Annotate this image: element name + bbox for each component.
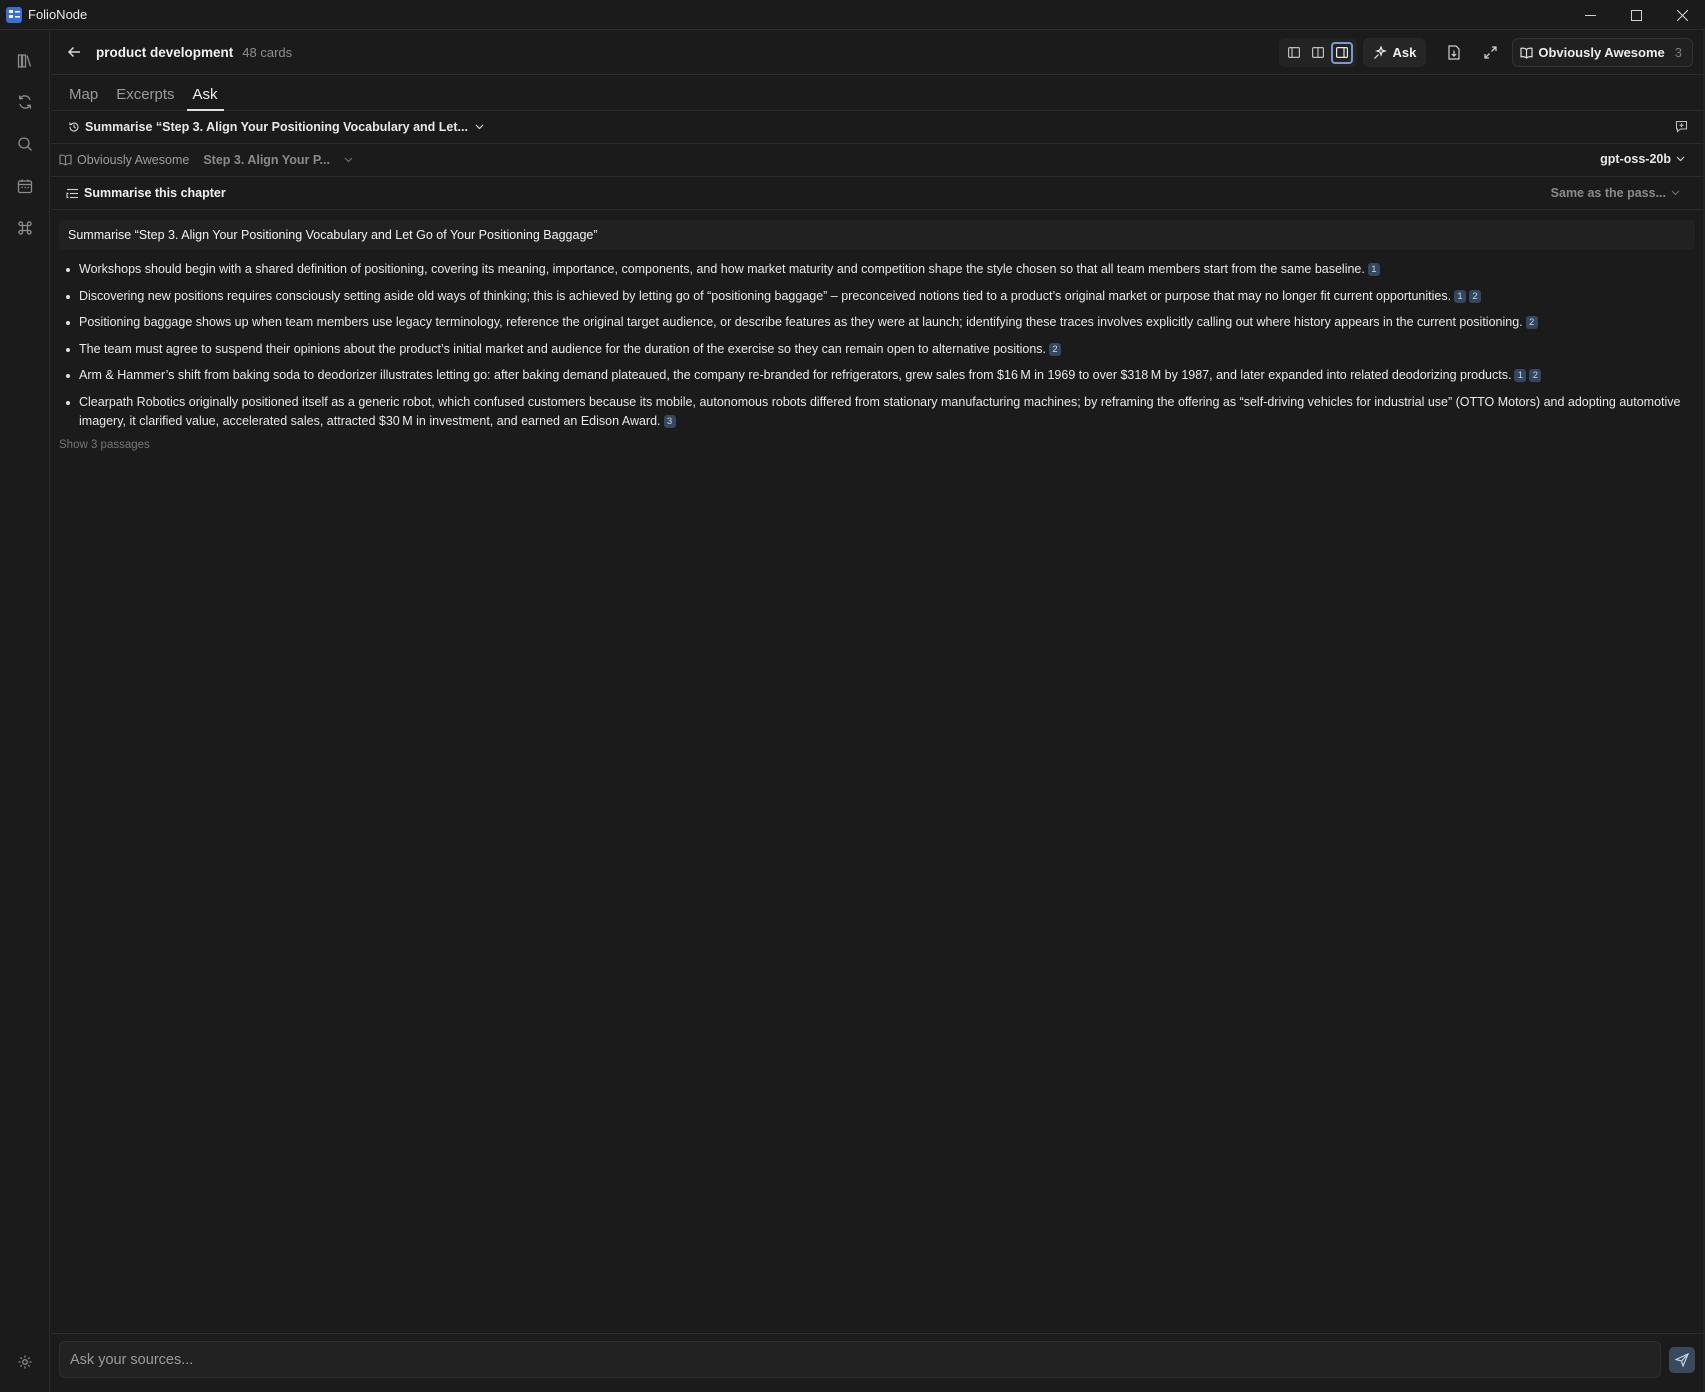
chevron-down-icon — [344, 157, 353, 163]
ask-button[interactable]: Ask — [1363, 38, 1427, 67]
show-passages-link[interactable]: Show 3 passages — [59, 439, 1705, 451]
list-summary-icon — [66, 188, 78, 198]
book-icon — [1520, 47, 1533, 59]
scope-label: Same as the pass... — [1550, 186, 1666, 200]
chevron-down-icon — [1676, 156, 1685, 162]
model-label: gpt-oss-20b — [1600, 152, 1671, 166]
search-icon[interactable] — [13, 132, 37, 156]
source-book[interactable]: Obviously Awesome — [59, 153, 189, 167]
ask-button-label: Ask — [1392, 45, 1417, 60]
tab-map[interactable]: Map — [69, 86, 98, 110]
deck-title: product development — [96, 44, 234, 60]
citation-badge[interactable]: 1 — [1514, 369, 1527, 382]
model-selector[interactable]: gpt-oss-20b — [1600, 152, 1685, 166]
back-arrow-icon[interactable] — [62, 40, 86, 64]
source-row: Obviously Awesome Step 3. Align Your P..… — [51, 144, 1705, 177]
action-row: Summarise this chapter Same as the pass.… — [51, 177, 1705, 210]
citation-badge[interactable]: 2 — [1529, 369, 1542, 382]
scope-selector[interactable]: Same as the pass... — [1551, 186, 1685, 200]
layout-switcher — [1279, 38, 1358, 67]
minimize-icon[interactable] — [1567, 0, 1613, 30]
answer-item: Discovering new positions requires consc… — [62, 287, 1685, 307]
composer — [51, 1333, 1705, 1381]
source-book-label: Obviously Awesome — [77, 153, 190, 167]
view-tabs: Map Excerpts Ask — [51, 75, 1705, 111]
summarise-chapter-action[interactable]: Summarise this chapter — [84, 186, 226, 200]
citation-badge[interactable]: 1 — [1367, 263, 1380, 276]
book-selector[interactable]: Obviously Awesome 3 — [1512, 38, 1693, 67]
chevron-down-icon — [1671, 190, 1680, 196]
chevron-down-icon — [475, 124, 484, 130]
calendar-icon[interactable] — [13, 174, 37, 198]
answer-item: Positioning baggage shows up when team m… — [62, 313, 1685, 333]
history-label: Summarise “Step 3. Align Your Positionin… — [85, 120, 468, 134]
book-count: 3 — [1674, 45, 1682, 60]
answer-list: Workshops should begin with a shared def… — [62, 260, 1685, 432]
chapter-selector[interactable]: Step 3. Align Your P... — [203, 153, 353, 167]
citation-badge[interactable]: 2 — [1469, 289, 1482, 303]
send-icon[interactable] — [1669, 1347, 1695, 1373]
settings-icon[interactable] — [13, 1350, 37, 1374]
deck-header: product development 48 cards Ask Obvious… — [51, 30, 1705, 75]
user-question: Summarise “Step 3. Align Your Positionin… — [59, 220, 1695, 250]
sparkle-icon — [1374, 45, 1388, 59]
citation-badge[interactable]: 2 — [1049, 342, 1062, 356]
maximize-icon[interactable] — [1613, 0, 1659, 30]
answer-item: Arm & Hammer’s shift from baking soda to… — [62, 366, 1685, 386]
left-panel-layout-icon[interactable] — [1283, 42, 1305, 64]
citation-badge[interactable]: 3 — [663, 415, 676, 428]
main-panel: product development 48 cards Ask Obvious… — [51, 30, 1705, 1392]
expand-icon[interactable] — [1476, 39, 1504, 67]
title-bar: FolioNode — [0, 0, 1705, 30]
command-icon[interactable] — [13, 216, 37, 240]
library-icon[interactable] — [13, 49, 37, 73]
answer-item: Clearpath Robotics originally positioned… — [62, 393, 1685, 432]
book-icon — [59, 154, 72, 166]
tab-excerpts[interactable]: Excerpts — [116, 86, 174, 110]
answer-item: Workshops should begin with a shared def… — [62, 260, 1685, 280]
app-logo-icon — [6, 6, 22, 23]
citation-badge[interactable]: 2 — [1525, 316, 1538, 329]
export-icon[interactable] — [1440, 39, 1468, 67]
answer-item: The team must agree to suspend their opi… — [62, 340, 1685, 360]
composer-divider — [51, 1333, 1705, 1334]
card-count: 48 cards — [242, 44, 293, 60]
history-icon — [69, 122, 79, 132]
right-panel-layout-icon[interactable] — [1331, 41, 1354, 64]
split-layout-icon[interactable] — [1307, 42, 1329, 64]
app-title: FolioNode — [28, 7, 88, 22]
left-rail — [0, 30, 50, 1392]
new-chat-icon[interactable] — [1675, 120, 1693, 136]
sync-icon[interactable] — [13, 90, 37, 114]
ask-input[interactable] — [59, 1341, 1661, 1378]
history-selector[interactable]: Summarise “Step 3. Align Your Positionin… — [51, 111, 1705, 144]
citation-badge[interactable]: 1 — [1454, 289, 1467, 303]
book-selector-label: Obviously Awesome — [1538, 45, 1665, 60]
close-icon[interactable] — [1659, 0, 1705, 30]
tab-ask[interactable]: Ask — [186, 86, 224, 111]
chapter-label: Step 3. Align Your P... — [203, 153, 330, 167]
